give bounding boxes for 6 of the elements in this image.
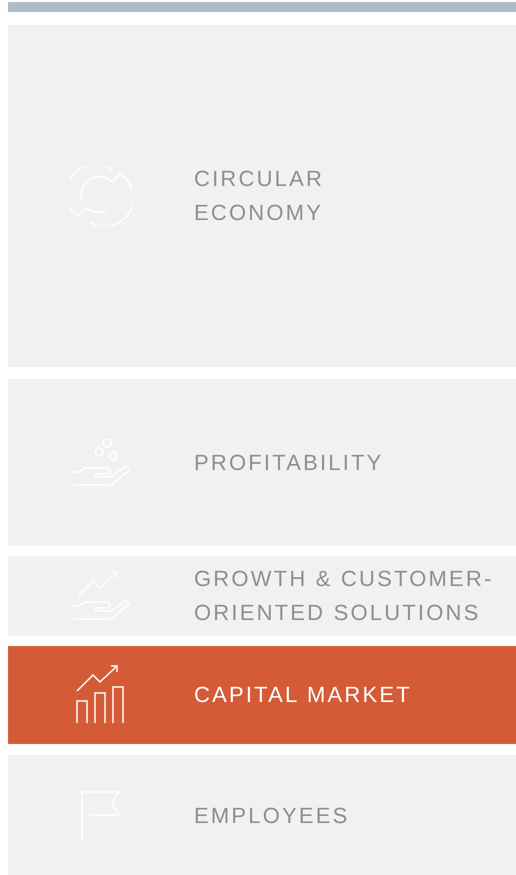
menu-item[interactable]: EMPLOYEES bbox=[8, 755, 516, 875]
menu-item[interactable]: CIRCULAR ECONOMY bbox=[8, 25, 516, 367]
bar-chart-with-arrow-icon bbox=[76, 665, 126, 725]
menu-item[interactable]: CAPITAL MARKET bbox=[8, 646, 516, 744]
menu-item[interactable]: PROFITABILITY bbox=[8, 379, 516, 546]
menu-item[interactable]: GROWTH & CUSTOMER- ORIENTED SOLUTIONS bbox=[8, 556, 516, 636]
